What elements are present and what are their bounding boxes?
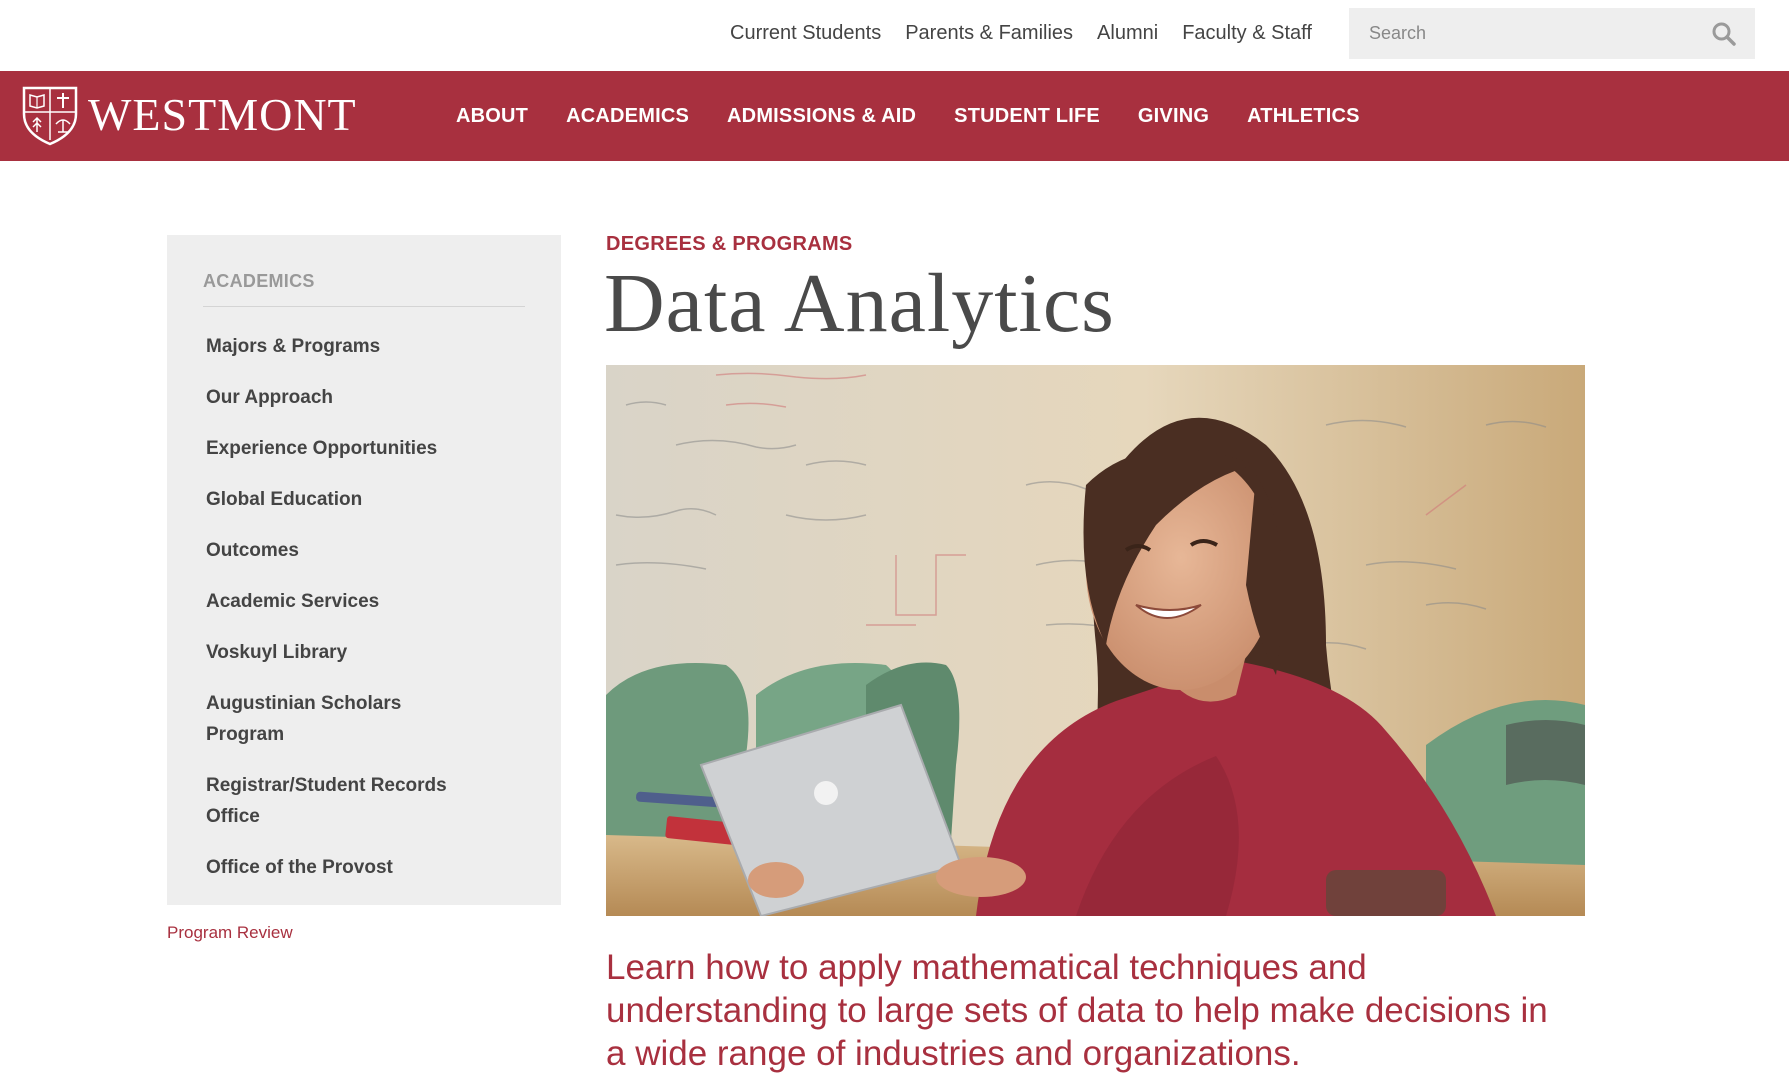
nav-athletics[interactable]: ATHLETICS <box>1247 105 1360 128</box>
utility-link-current-students[interactable]: Current Students <box>730 22 881 45</box>
program-review-link[interactable]: Program Review <box>167 923 293 943</box>
sidebar-item-majors-programs[interactable]: Majors & Programs <box>206 321 476 372</box>
crest-icon <box>20 84 80 146</box>
utility-link-faculty-staff[interactable]: Faculty & Staff <box>1182 22 1312 45</box>
nav-admissions-aid[interactable]: ADMISSIONS & AID <box>727 105 916 128</box>
utility-link-parents-families[interactable]: Parents & Families <box>905 22 1073 45</box>
nav-student-life[interactable]: STUDENT LIFE <box>954 105 1100 128</box>
search-icon[interactable] <box>1711 21 1737 47</box>
hero-image <box>606 365 1585 916</box>
brand-name: WESTMONT <box>88 89 357 140</box>
intro-paragraph: Learn how to apply mathematical techniqu… <box>606 948 1548 1073</box>
utility-link-alumni[interactable]: Alumni <box>1097 22 1158 45</box>
sidebar-item-office-of-provost[interactable]: Office of the Provost <box>206 842 476 893</box>
sidebar-item-voskuyl-library[interactable]: Voskuyl Library <box>206 627 476 678</box>
main-nav: ABOUT ACADEMICS ADMISSIONS & AID STUDENT… <box>456 71 1398 161</box>
nav-about[interactable]: ABOUT <box>456 105 528 128</box>
sidebar: ACADEMICS Majors & Programs Our Approach… <box>167 235 561 905</box>
sidebar-title: ACADEMICS <box>203 271 525 307</box>
sidebar-item-outcomes[interactable]: Outcomes <box>206 525 476 576</box>
nav-giving[interactable]: GIVING <box>1138 105 1209 128</box>
sidebar-item-global-education[interactable]: Global Education <box>206 474 476 525</box>
search-input[interactable] <box>1367 22 1711 45</box>
page-title: Data Analytics <box>604 257 1115 350</box>
utility-nav: Current Students Parents & Families Alum… <box>730 0 1336 66</box>
hero-photo-illustration <box>606 365 1585 916</box>
search-box <box>1349 8 1755 59</box>
sidebar-list: Majors & Programs Our Approach Experienc… <box>203 321 525 893</box>
sidebar-item-augustinian-scholars[interactable]: Augustinian Scholars Program <box>206 678 416 760</box>
westmont-logo[interactable]: WESTMONT <box>20 84 357 146</box>
section-eyebrow: DEGREES & PROGRAMS <box>606 233 853 255</box>
sidebar-item-academic-services[interactable]: Academic Services <box>206 576 476 627</box>
sidebar-item-our-approach[interactable]: Our Approach <box>206 372 476 423</box>
main-navigation-bar: WESTMONT ABOUT ACADEMICS ADMISSIONS & AI… <box>0 71 1789 161</box>
nav-academics[interactable]: ACADEMICS <box>566 105 689 128</box>
sidebar-item-experience-opportunities[interactable]: Experience Opportunities <box>206 423 476 474</box>
utility-bar: Current Students Parents & Families Alum… <box>0 0 1789 71</box>
sidebar-item-registrar[interactable]: Registrar/Student Records Office <box>206 760 456 842</box>
